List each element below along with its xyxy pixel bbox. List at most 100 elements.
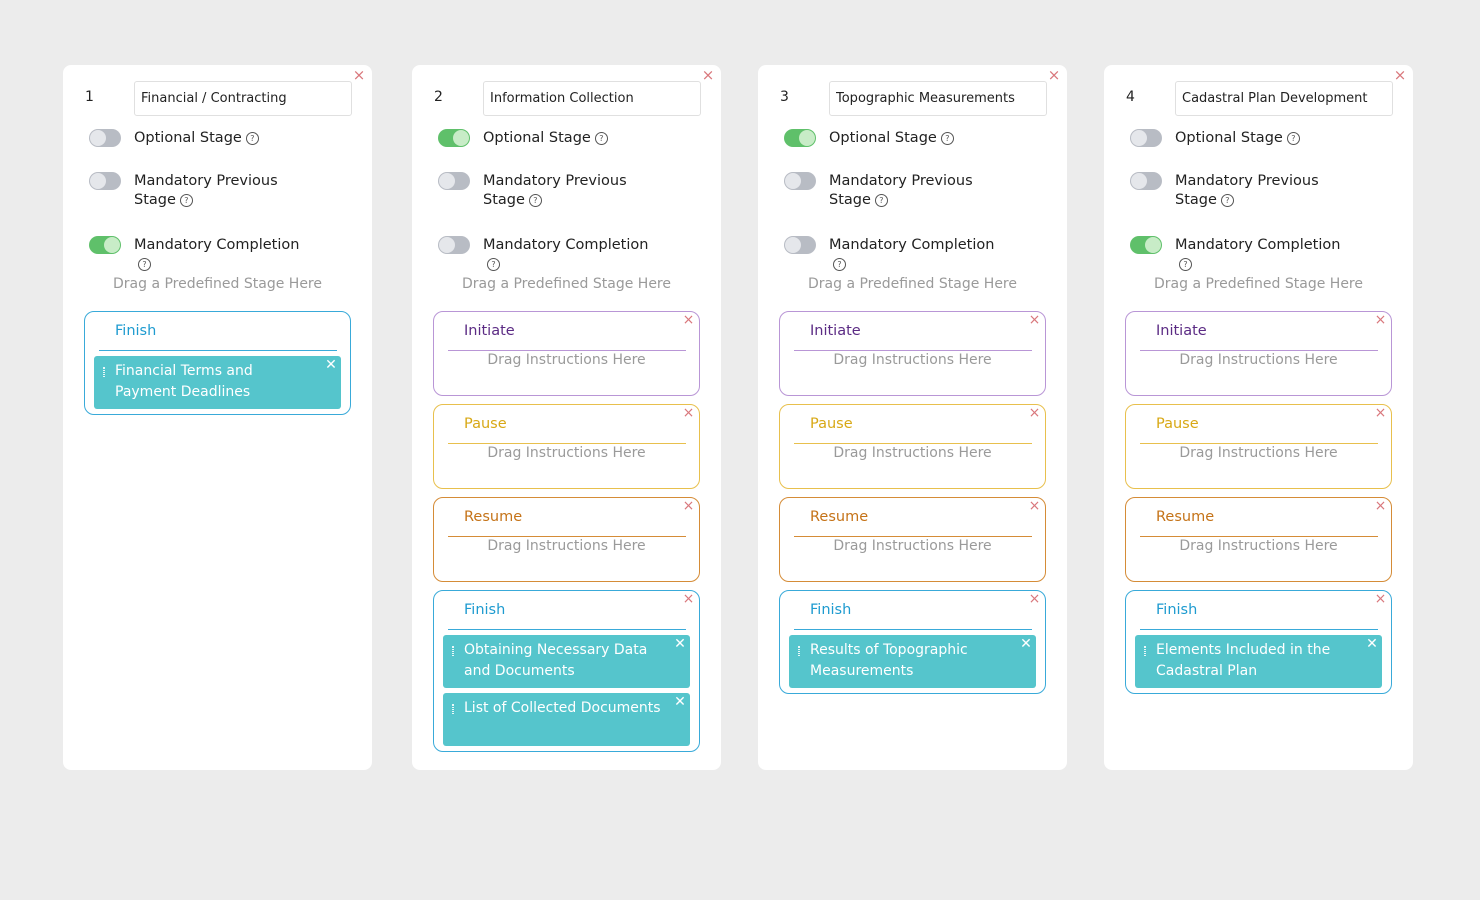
predefined-stage-drop-zone[interactable]: Drag a Predefined Stage Here: [1104, 276, 1413, 292]
remove-stage-close-icon[interactable]: ×: [1047, 68, 1061, 83]
remove-instruction-close-icon[interactable]: ✕: [674, 637, 686, 651]
finish-block[interactable]: Finish Results of Topographic Measurement…: [779, 590, 1046, 694]
pause-block[interactable]: Pause × Drag Instructions Here: [433, 404, 700, 489]
resume-block-title: Resume: [464, 509, 523, 525]
remove-block-close-icon[interactable]: ×: [1374, 592, 1387, 606]
mandatory-previous-stage-row: Mandatory Previous Stage?: [438, 172, 658, 210]
help-icon[interactable]: ?: [1179, 258, 1192, 271]
drag-handle-icon[interactable]: [1144, 646, 1146, 656]
resume-block[interactable]: Resume × Drag Instructions Here: [1125, 497, 1392, 582]
finish-block[interactable]: Finish Elements Included in the Cadastral…: [1125, 590, 1392, 694]
instructions-drop-zone[interactable]: Drag Instructions Here: [780, 352, 1045, 368]
stage-name-input[interactable]: [134, 81, 352, 116]
instruction-item[interactable]: Results of Topographic Measurements ✕: [789, 635, 1036, 688]
remove-instruction-close-icon[interactable]: ✕: [1366, 637, 1378, 651]
block-divider: [448, 350, 686, 351]
block-divider: [794, 536, 1032, 537]
help-icon[interactable]: ?: [940, 132, 954, 145]
instructions-drop-zone[interactable]: Drag Instructions Here: [1126, 538, 1391, 554]
mandatory-completion-label: Mandatory Completion: [134, 237, 300, 253]
remove-block-close-icon[interactable]: ×: [682, 499, 695, 513]
drag-handle-icon[interactable]: [452, 704, 454, 714]
remove-block-close-icon[interactable]: ×: [1028, 499, 1041, 513]
predefined-stage-drop-zone[interactable]: Drag a Predefined Stage Here: [63, 276, 372, 292]
finish-block[interactable]: Finish Obtaining Necessary Data and Docum…: [433, 590, 700, 752]
mandatory-completion-toggle[interactable]: [438, 236, 470, 254]
remove-block-close-icon[interactable]: ×: [1028, 406, 1041, 420]
mandatory-previous-stage-toggle[interactable]: [784, 172, 816, 190]
remove-stage-close-icon[interactable]: ×: [352, 68, 366, 83]
resume-block[interactable]: Resume × Drag Instructions Here: [433, 497, 700, 582]
drag-handle-icon[interactable]: [798, 646, 800, 656]
instruction-item[interactable]: Financial Terms and Payment Deadlines ✕: [94, 356, 341, 409]
remove-block-close-icon[interactable]: ×: [1374, 406, 1387, 420]
optional-stage-toggle[interactable]: [1130, 129, 1162, 147]
toggle-knob: [439, 237, 455, 253]
mandatory-completion-row: Mandatory Completion?: [438, 236, 658, 274]
block-divider: [448, 536, 686, 537]
mandatory-completion-toggle[interactable]: [784, 236, 816, 254]
predefined-stage-drop-zone[interactable]: Drag a Predefined Stage Here: [412, 276, 721, 292]
optional-stage-toggle[interactable]: [784, 129, 816, 147]
finish-block-title: Finish: [810, 602, 852, 618]
instructions-drop-zone[interactable]: Drag Instructions Here: [780, 538, 1045, 554]
instructions-drop-zone[interactable]: Drag Instructions Here: [434, 445, 699, 461]
instructions-drop-zone[interactable]: Drag Instructions Here: [1126, 352, 1391, 368]
remove-instruction-close-icon[interactable]: ✕: [674, 695, 686, 709]
mandatory-completion-toggle[interactable]: [89, 236, 121, 254]
remove-block-close-icon[interactable]: ×: [1374, 499, 1387, 513]
mandatory-completion-toggle[interactable]: [1130, 236, 1162, 254]
remove-stage-close-icon[interactable]: ×: [701, 68, 715, 83]
instructions-drop-zone[interactable]: Drag Instructions Here: [434, 352, 699, 368]
stage-name-input[interactable]: [829, 81, 1047, 116]
help-icon[interactable]: ?: [487, 258, 500, 271]
finish-block[interactable]: Finish Financial Terms and Payment Deadli…: [84, 311, 351, 415]
resume-block[interactable]: Resume × Drag Instructions Here: [779, 497, 1046, 582]
drag-handle-icon[interactable]: [103, 367, 105, 377]
pause-block[interactable]: Pause × Drag Instructions Here: [779, 404, 1046, 489]
help-icon[interactable]: ?: [833, 258, 846, 271]
pause-block-title: Pause: [1156, 416, 1199, 432]
initiate-block[interactable]: Initiate × Drag Instructions Here: [433, 311, 700, 396]
optional-stage-toggle[interactable]: [438, 129, 470, 147]
stage-name-input[interactable]: [1175, 81, 1393, 116]
help-icon[interactable]: ?: [138, 258, 151, 271]
help-icon[interactable]: ?: [874, 194, 888, 207]
remove-stage-close-icon[interactable]: ×: [1393, 68, 1407, 83]
mandatory-previous-stage-toggle[interactable]: [438, 172, 470, 190]
optional-stage-toggle[interactable]: [89, 129, 121, 147]
remove-block-close-icon[interactable]: ×: [682, 406, 695, 420]
initiate-block[interactable]: Initiate × Drag Instructions Here: [779, 311, 1046, 396]
remove-instruction-close-icon[interactable]: ✕: [1020, 637, 1032, 651]
remove-instruction-close-icon[interactable]: ✕: [325, 358, 337, 372]
predefined-stage-drop-zone[interactable]: Drag a Predefined Stage Here: [758, 276, 1067, 292]
help-icon[interactable]: ?: [528, 194, 542, 207]
drag-handle-icon[interactable]: [452, 646, 454, 656]
remove-block-close-icon[interactable]: ×: [682, 592, 695, 606]
toggle-knob: [785, 237, 801, 253]
instruction-item[interactable]: Elements Included in the Cadastral Plan ✕: [1135, 635, 1382, 688]
instructions-drop-zone[interactable]: Drag Instructions Here: [780, 445, 1045, 461]
help-icon[interactable]: ?: [1286, 132, 1300, 145]
remove-block-close-icon[interactable]: ×: [1028, 313, 1041, 327]
stage-name-input[interactable]: [483, 81, 701, 116]
remove-block-close-icon[interactable]: ×: [1028, 592, 1041, 606]
stage-number: 4: [1126, 89, 1135, 105]
mandatory-previous-stage-toggle[interactable]: [1130, 172, 1162, 190]
remove-block-close-icon[interactable]: ×: [1374, 313, 1387, 327]
optional-stage-label-wrap: Optional Stage?: [829, 129, 1004, 148]
pause-block[interactable]: Pause × Drag Instructions Here: [1125, 404, 1392, 489]
initiate-block[interactable]: Initiate × Drag Instructions Here: [1125, 311, 1392, 396]
instructions-drop-zone[interactable]: Drag Instructions Here: [434, 538, 699, 554]
block-divider: [99, 350, 337, 351]
instruction-item[interactable]: Obtaining Necessary Data and Documents ✕: [443, 635, 690, 688]
remove-block-close-icon[interactable]: ×: [682, 313, 695, 327]
instruction-item[interactable]: List of Collected Documents ✕: [443, 693, 690, 746]
help-icon[interactable]: ?: [594, 132, 608, 145]
stage-number: 1: [85, 89, 94, 105]
help-icon[interactable]: ?: [245, 132, 259, 145]
help-icon[interactable]: ?: [179, 194, 193, 207]
mandatory-previous-stage-toggle[interactable]: [89, 172, 121, 190]
instructions-drop-zone[interactable]: Drag Instructions Here: [1126, 445, 1391, 461]
help-icon[interactable]: ?: [1220, 194, 1234, 207]
